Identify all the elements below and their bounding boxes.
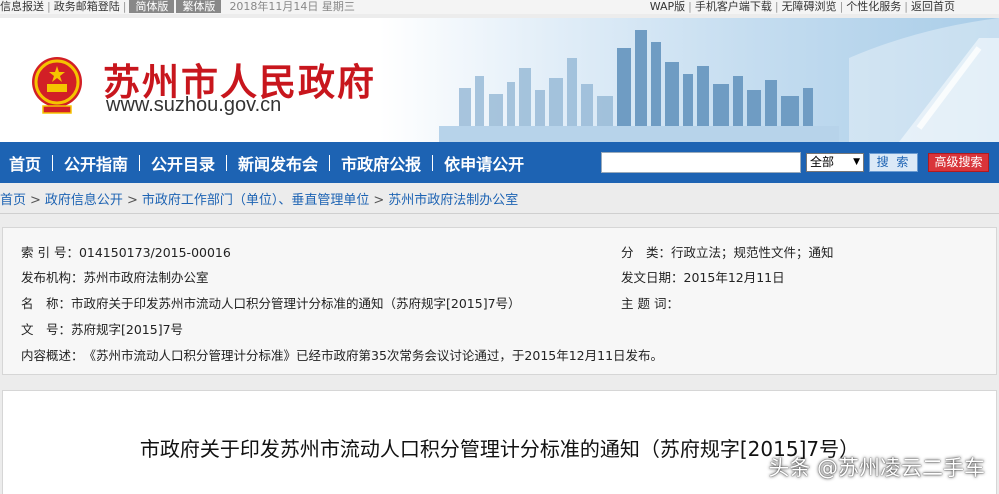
top-left-links: 信息报送 | 政务邮箱登陆 | 简体版 繁体版 2018年11月14日 星期三 (0, 0, 355, 13)
meta-date: 发文日期：2015年12月11日 (621, 267, 785, 286)
nav-divider (329, 154, 331, 171)
link-accessibility[interactable]: 无障碍浏览 (782, 0, 837, 13)
separator: | (47, 0, 51, 13)
meta-value: 市政府关于印发苏州市流动人口积分管理计分标准的通知（苏府规字[2015]7号） (71, 296, 521, 311)
nav-divider (139, 154, 141, 171)
nav-item-guide[interactable]: 公开指南 (64, 151, 128, 175)
nav-item-gazette[interactable]: 市政府公报 (341, 151, 421, 175)
link-home[interactable]: 返回首页 (911, 0, 955, 13)
meta-category: 分 类：行政立法；规范性文件；通知 (621, 242, 834, 261)
chevron-right-icon: > (30, 193, 41, 208)
separator: | (122, 0, 127, 13)
nav-item-apply[interactable]: 依申请公开 (444, 151, 524, 175)
current-date: 2018年11月14日 星期三 (229, 0, 355, 13)
watermark-text: 头条 @苏州凌云二手车 (768, 456, 985, 480)
link-mail-login[interactable]: 政务邮箱登陆 (54, 0, 120, 13)
breadcrumb-legal-office[interactable]: 苏州市政府法制办公室 (388, 189, 518, 208)
breadcrumb-gov-info[interactable]: 政府信息公开 (45, 189, 123, 208)
link-wap[interactable]: WAP版 (650, 0, 685, 13)
top-right-links: WAP版 | 手机客户端下载 | 无障碍浏览 | 个性化服务 | 返回首页 (650, 0, 955, 13)
chevron-right-icon: > (373, 193, 385, 208)
link-info-submit[interactable]: 信息报送 (0, 0, 44, 13)
separator: | (904, 0, 908, 13)
meta-docno: 文 号：苏府规字[2015]7号 (21, 319, 183, 338)
meta-subject: 主 题 词： (621, 293, 679, 312)
meta-publisher: 发布机构：苏州市政府法制办公室 (21, 267, 209, 286)
meta-label: 名 称： (21, 296, 72, 311)
nav-divider (432, 154, 434, 171)
nav-item-home[interactable]: 首页 (9, 151, 41, 175)
nav-item-catalog[interactable]: 公开目录 (151, 151, 215, 175)
meta-summary: 内容概述：《苏州市流动人口积分管理计分标准》已经市政府第35次常务会议讨论通过，… (21, 345, 663, 364)
breadcrumb: 首页 > 政府信息公开 > 市政府工作部门（单位）、垂直管理单位 > 苏州市政府法制办公室 (0, 189, 518, 209)
meta-name: 名 称：市政府关于印发苏州市流动人口积分管理计分标准的通知（苏府规字[2015]… (21, 293, 521, 312)
meta-value: 014150173/2015-00016 (78, 245, 231, 260)
meta-label: 索 引 号： (21, 245, 79, 260)
link-app-download[interactable]: 手机客户端下载 (695, 0, 772, 13)
site-url: www.suzhou.gov.cn (106, 94, 282, 116)
scope-value: 全部 (810, 155, 835, 169)
meta-value: 苏州市政府法制办公室 (83, 270, 209, 285)
meta-value: 行政立法；规范性文件；通知 (671, 245, 834, 260)
top-utility-bar: 信息报送 | 政务邮箱登陆 | 简体版 繁体版 2018年11月14日 星期三 WAP版 | 手… (0, 0, 999, 14)
nav-item-press[interactable]: 新闻发布会 (238, 151, 318, 175)
meta-label: 主 题 词： (621, 296, 679, 311)
separator: | (839, 0, 844, 13)
breadcrumb-home[interactable]: 首页 (0, 189, 26, 208)
advanced-search-button[interactable]: 高级搜索 (928, 153, 989, 172)
site-banner: 苏州市人民政府 www.suzhou.gov.cn (0, 18, 999, 142)
document-meta-panel: 索 引 号：014150173/2015-00016 分 类：行政立法；规范性文… (2, 227, 997, 375)
meta-index: 索 引 号：014150173/2015-00016 (21, 242, 231, 261)
breadcrumb-departments[interactable]: 市政府工作部门（单位）、垂直管理单位 (142, 189, 370, 208)
meta-value: 2015年12月11日 (683, 270, 785, 285)
page: 信息报送 | 政务邮箱登陆 | 简体版 繁体版 2018年11月14日 星期三 WAP版 | 手… (0, 0, 999, 494)
national-emblem-icon (32, 57, 82, 114)
search-scope-select[interactable]: 全部 ▼ (806, 153, 864, 172)
nav-divider (52, 154, 54, 171)
traditional-button[interactable]: 繁体版 (176, 0, 222, 13)
separator: | (774, 0, 779, 13)
nav-divider (226, 154, 228, 171)
search-button[interactable]: 搜 索 (869, 153, 918, 172)
meta-value: 苏府规字[2015]7号 (71, 322, 184, 337)
link-personalize[interactable]: 个性化服务 (846, 0, 901, 13)
meta-label: 内容概述： (21, 348, 84, 363)
meta-label: 分 类： (621, 245, 672, 260)
chevron-right-icon: > (126, 193, 138, 208)
separator: | (688, 0, 692, 13)
meta-label: 文 号： (21, 322, 72, 337)
chevron-down-icon: ▼ (853, 157, 860, 167)
meta-label: 发布机构： (21, 270, 84, 285)
meta-value: 《苏州市流动人口积分管理计分标准》已经市政府第35次常务会议讨论通过，于2015… (83, 348, 664, 363)
breadcrumb-divider (0, 213, 999, 214)
search-input[interactable] (601, 152, 801, 173)
simplified-button[interactable]: 简体版 (129, 0, 175, 13)
nav-list: 首页 公开指南 公开目录 新闻发布会 市政府公报 依申请公开 (0, 142, 524, 183)
city-skyline-icon (439, 18, 999, 142)
meta-label: 发文日期： (621, 270, 684, 285)
